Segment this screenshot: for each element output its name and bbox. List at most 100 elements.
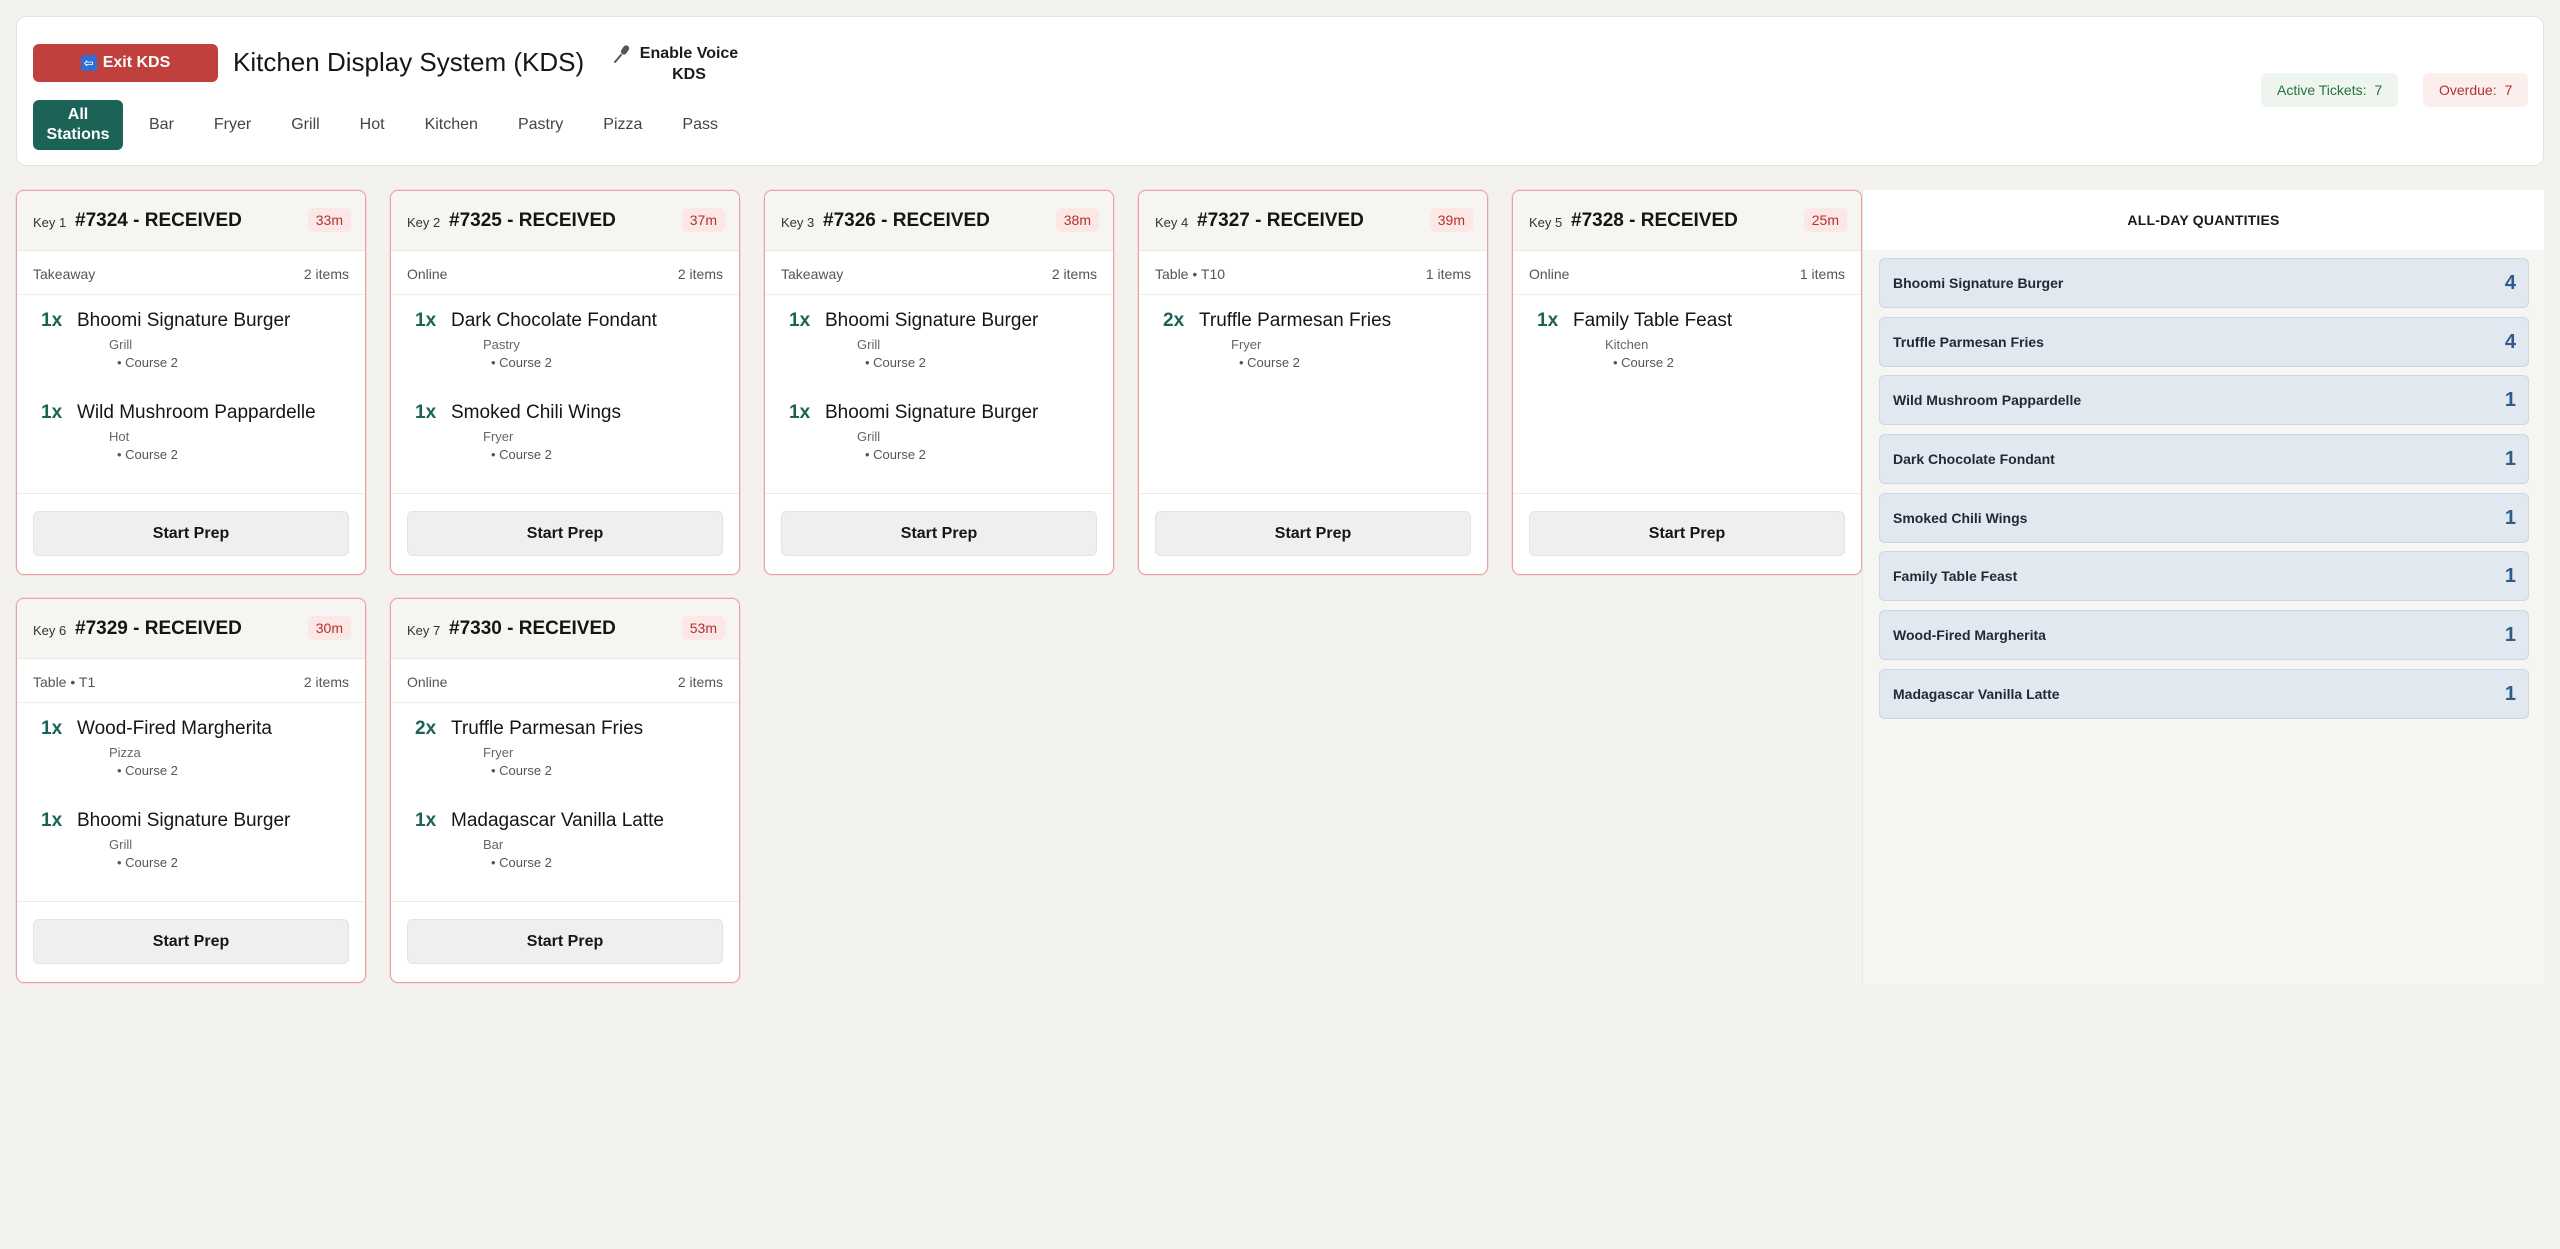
all-day-row[interactable]: Wood-Fired Margherita 1 bbox=[1879, 610, 2529, 661]
item-name: Smoked Chili Wings bbox=[451, 402, 621, 423]
order-type: Table • T1 bbox=[33, 674, 96, 690]
start-prep-button[interactable]: Start Prep bbox=[1155, 511, 1471, 556]
active-tickets-label: Active Tickets: bbox=[2277, 82, 2367, 98]
all-day-list: Bhoomi Signature Burger 4 Truffle Parmes… bbox=[1879, 258, 2529, 728]
item-qty: 2x bbox=[415, 718, 437, 739]
item-course: • Course 2 bbox=[865, 355, 926, 370]
ticket-title: #7330 - RECEIVED bbox=[449, 618, 616, 639]
ticket-item[interactable]: 2x Truffle Parmesan Fries Fryer • Course… bbox=[391, 703, 739, 778]
ticket-key: Key 7 bbox=[407, 623, 441, 638]
tab-fryer[interactable]: Fryer bbox=[194, 100, 271, 150]
item-name: Truffle Parmesan Fries bbox=[1199, 310, 1392, 331]
ticket-header: Key 7 #7330 - RECEIVED 53m bbox=[391, 599, 739, 659]
ticket-item[interactable]: 2x Truffle Parmesan Fries Fryer • Course… bbox=[1139, 295, 1487, 370]
ticket-title: #7329 - RECEIVED bbox=[75, 618, 242, 639]
ticket-header: Key 3 #7326 - RECEIVED 38m bbox=[765, 191, 1113, 251]
tab-pastry[interactable]: Pastry bbox=[498, 100, 583, 150]
item-course: • Course 2 bbox=[491, 763, 552, 778]
start-prep-button[interactable]: Start Prep bbox=[1529, 511, 1845, 556]
tab-hot[interactable]: Hot bbox=[340, 100, 405, 150]
item-course: • Course 2 bbox=[491, 855, 552, 870]
item-count: 2 items bbox=[303, 674, 349, 690]
all-day-row[interactable]: Madagascar Vanilla Latte 1 bbox=[1879, 668, 2529, 719]
ticket-item[interactable]: 1x Family Table Feast Kitchen • Course 2 bbox=[1513, 295, 1861, 370]
tab-pass[interactable]: Pass bbox=[662, 100, 738, 150]
ticket-item[interactable]: 1x Wood-Fired Margherita Pizza • Course … bbox=[17, 703, 365, 778]
ticket-item[interactable]: 1x Wild Mushroom Pappardelle Hot • Cours… bbox=[17, 387, 365, 462]
all-day-row[interactable]: Family Table Feast 1 bbox=[1879, 551, 2529, 602]
all-day-item-qty: 1 bbox=[2504, 624, 2516, 647]
ticket-meta: Online 2 items bbox=[391, 251, 739, 295]
ticket-key: Key 3 bbox=[781, 215, 815, 230]
item-count: 1 items bbox=[1799, 266, 1845, 282]
elapsed-time-badge: 33m bbox=[307, 208, 351, 232]
ticket-card: Key 1 #7324 - RECEIVED 33m Takeaway 2 it… bbox=[16, 190, 366, 575]
item-course: • Course 2 bbox=[1613, 355, 1674, 370]
all-day-row[interactable]: Smoked Chili Wings 1 bbox=[1879, 492, 2529, 543]
ticket-meta: Online 1 items bbox=[1513, 251, 1861, 295]
ticket-meta: Table • T1 2 items bbox=[17, 659, 365, 703]
start-prep-button[interactable]: Start Prep bbox=[407, 511, 723, 556]
ticket-key: Key 2 bbox=[407, 215, 441, 230]
kds-header: ⇦ Exit KDS Kitchen Display System (KDS) … bbox=[16, 16, 2544, 166]
tab-kitchen[interactable]: Kitchen bbox=[405, 100, 498, 150]
tab-grill[interactable]: Grill bbox=[271, 100, 339, 150]
ticket-header: Key 5 #7328 - RECEIVED 25m bbox=[1513, 191, 1861, 251]
ticket-item[interactable]: 1x Bhoomi Signature Burger Grill • Cours… bbox=[17, 295, 365, 370]
item-course: • Course 2 bbox=[117, 763, 178, 778]
item-name: Wild Mushroom Pappardelle bbox=[77, 402, 316, 423]
item-name: Madagascar Vanilla Latte bbox=[451, 810, 664, 831]
all-day-item-name: Wood-Fired Margherita bbox=[1893, 627, 2046, 644]
item-qty: 1x bbox=[1537, 310, 1559, 331]
tab-pizza[interactable]: Pizza bbox=[583, 100, 662, 150]
ticket-item[interactable]: 1x Bhoomi Signature Burger Grill • Cours… bbox=[17, 795, 365, 870]
elapsed-time-badge: 53m bbox=[681, 616, 725, 640]
all-day-item-qty: 1 bbox=[2504, 565, 2516, 588]
all-day-item-name: Truffle Parmesan Fries bbox=[1893, 333, 2044, 350]
item-station: Hot bbox=[109, 429, 130, 444]
all-day-item-qty: 1 bbox=[2504, 682, 2516, 705]
order-type: Takeaway bbox=[781, 266, 844, 282]
all-day-title: ALL-DAY QUANTITIES bbox=[1863, 190, 2544, 250]
ticket-meta: Table • T10 1 items bbox=[1139, 251, 1487, 295]
ticket-footer: Start Prep bbox=[391, 493, 739, 574]
tab-bar[interactable]: Bar bbox=[129, 100, 194, 150]
active-tickets-badge: Active Tickets: 7 bbox=[2261, 73, 2399, 107]
elapsed-time-badge: 39m bbox=[1429, 208, 1473, 232]
start-prep-button[interactable]: Start Prep bbox=[33, 919, 349, 964]
enable-voice-label: Enable Voice KDS bbox=[639, 45, 739, 83]
elapsed-time-badge: 37m bbox=[681, 208, 725, 232]
ticket-footer: Start Prep bbox=[1139, 493, 1487, 574]
item-count: 1 items bbox=[1425, 266, 1471, 282]
all-day-row[interactable]: Dark Chocolate Fondant 1 bbox=[1879, 434, 2529, 485]
all-day-row[interactable]: Wild Mushroom Pappardelle 1 bbox=[1879, 375, 2529, 426]
item-station: Fryer bbox=[483, 429, 514, 444]
item-station: Pastry bbox=[483, 337, 520, 352]
item-station: Bar bbox=[483, 837, 504, 852]
item-qty: 1x bbox=[41, 402, 63, 423]
order-type: Online bbox=[407, 674, 448, 690]
start-prep-button[interactable]: Start Prep bbox=[33, 511, 349, 556]
exit-kds-button[interactable]: ⇦ Exit KDS bbox=[33, 44, 218, 82]
all-day-row[interactable]: Truffle Parmesan Fries 4 bbox=[1879, 316, 2529, 367]
ticket-key: Key 1 bbox=[33, 215, 67, 230]
active-tickets-value: 7 bbox=[2374, 82, 2383, 98]
ticket-header: Key 1 #7324 - RECEIVED 33m bbox=[17, 191, 365, 251]
enable-voice-button[interactable]: Enable Voice KDS bbox=[603, 43, 753, 87]
ticket-item[interactable]: 1x Bhoomi Signature Burger Grill • Cours… bbox=[765, 295, 1113, 370]
item-qty: 1x bbox=[415, 310, 437, 331]
ticket-item[interactable]: 1x Madagascar Vanilla Latte Bar • Course… bbox=[391, 795, 739, 870]
ticket-key: Key 6 bbox=[33, 623, 67, 638]
ticket-item[interactable]: 1x Smoked Chili Wings Fryer • Course 2 bbox=[391, 387, 739, 462]
item-name: Bhoomi Signature Burger bbox=[825, 402, 1039, 423]
item-station: Grill bbox=[857, 429, 881, 444]
tab-all-stations[interactable]: All Stations bbox=[33, 100, 123, 150]
start-prep-button[interactable]: Start Prep bbox=[781, 511, 1097, 556]
ticket-item[interactable]: 1x Dark Chocolate Fondant Pastry • Cours… bbox=[391, 295, 739, 370]
item-station: Pizza bbox=[109, 745, 141, 760]
all-day-row[interactable]: Bhoomi Signature Burger 4 bbox=[1879, 258, 2529, 308]
start-prep-button[interactable]: Start Prep bbox=[407, 919, 723, 964]
ticket-item[interactable]: 1x Bhoomi Signature Burger Grill • Cours… bbox=[765, 387, 1113, 462]
ticket-title: #7327 - RECEIVED bbox=[1197, 210, 1364, 231]
ticket-header: Key 2 #7325 - RECEIVED 37m bbox=[391, 191, 739, 251]
